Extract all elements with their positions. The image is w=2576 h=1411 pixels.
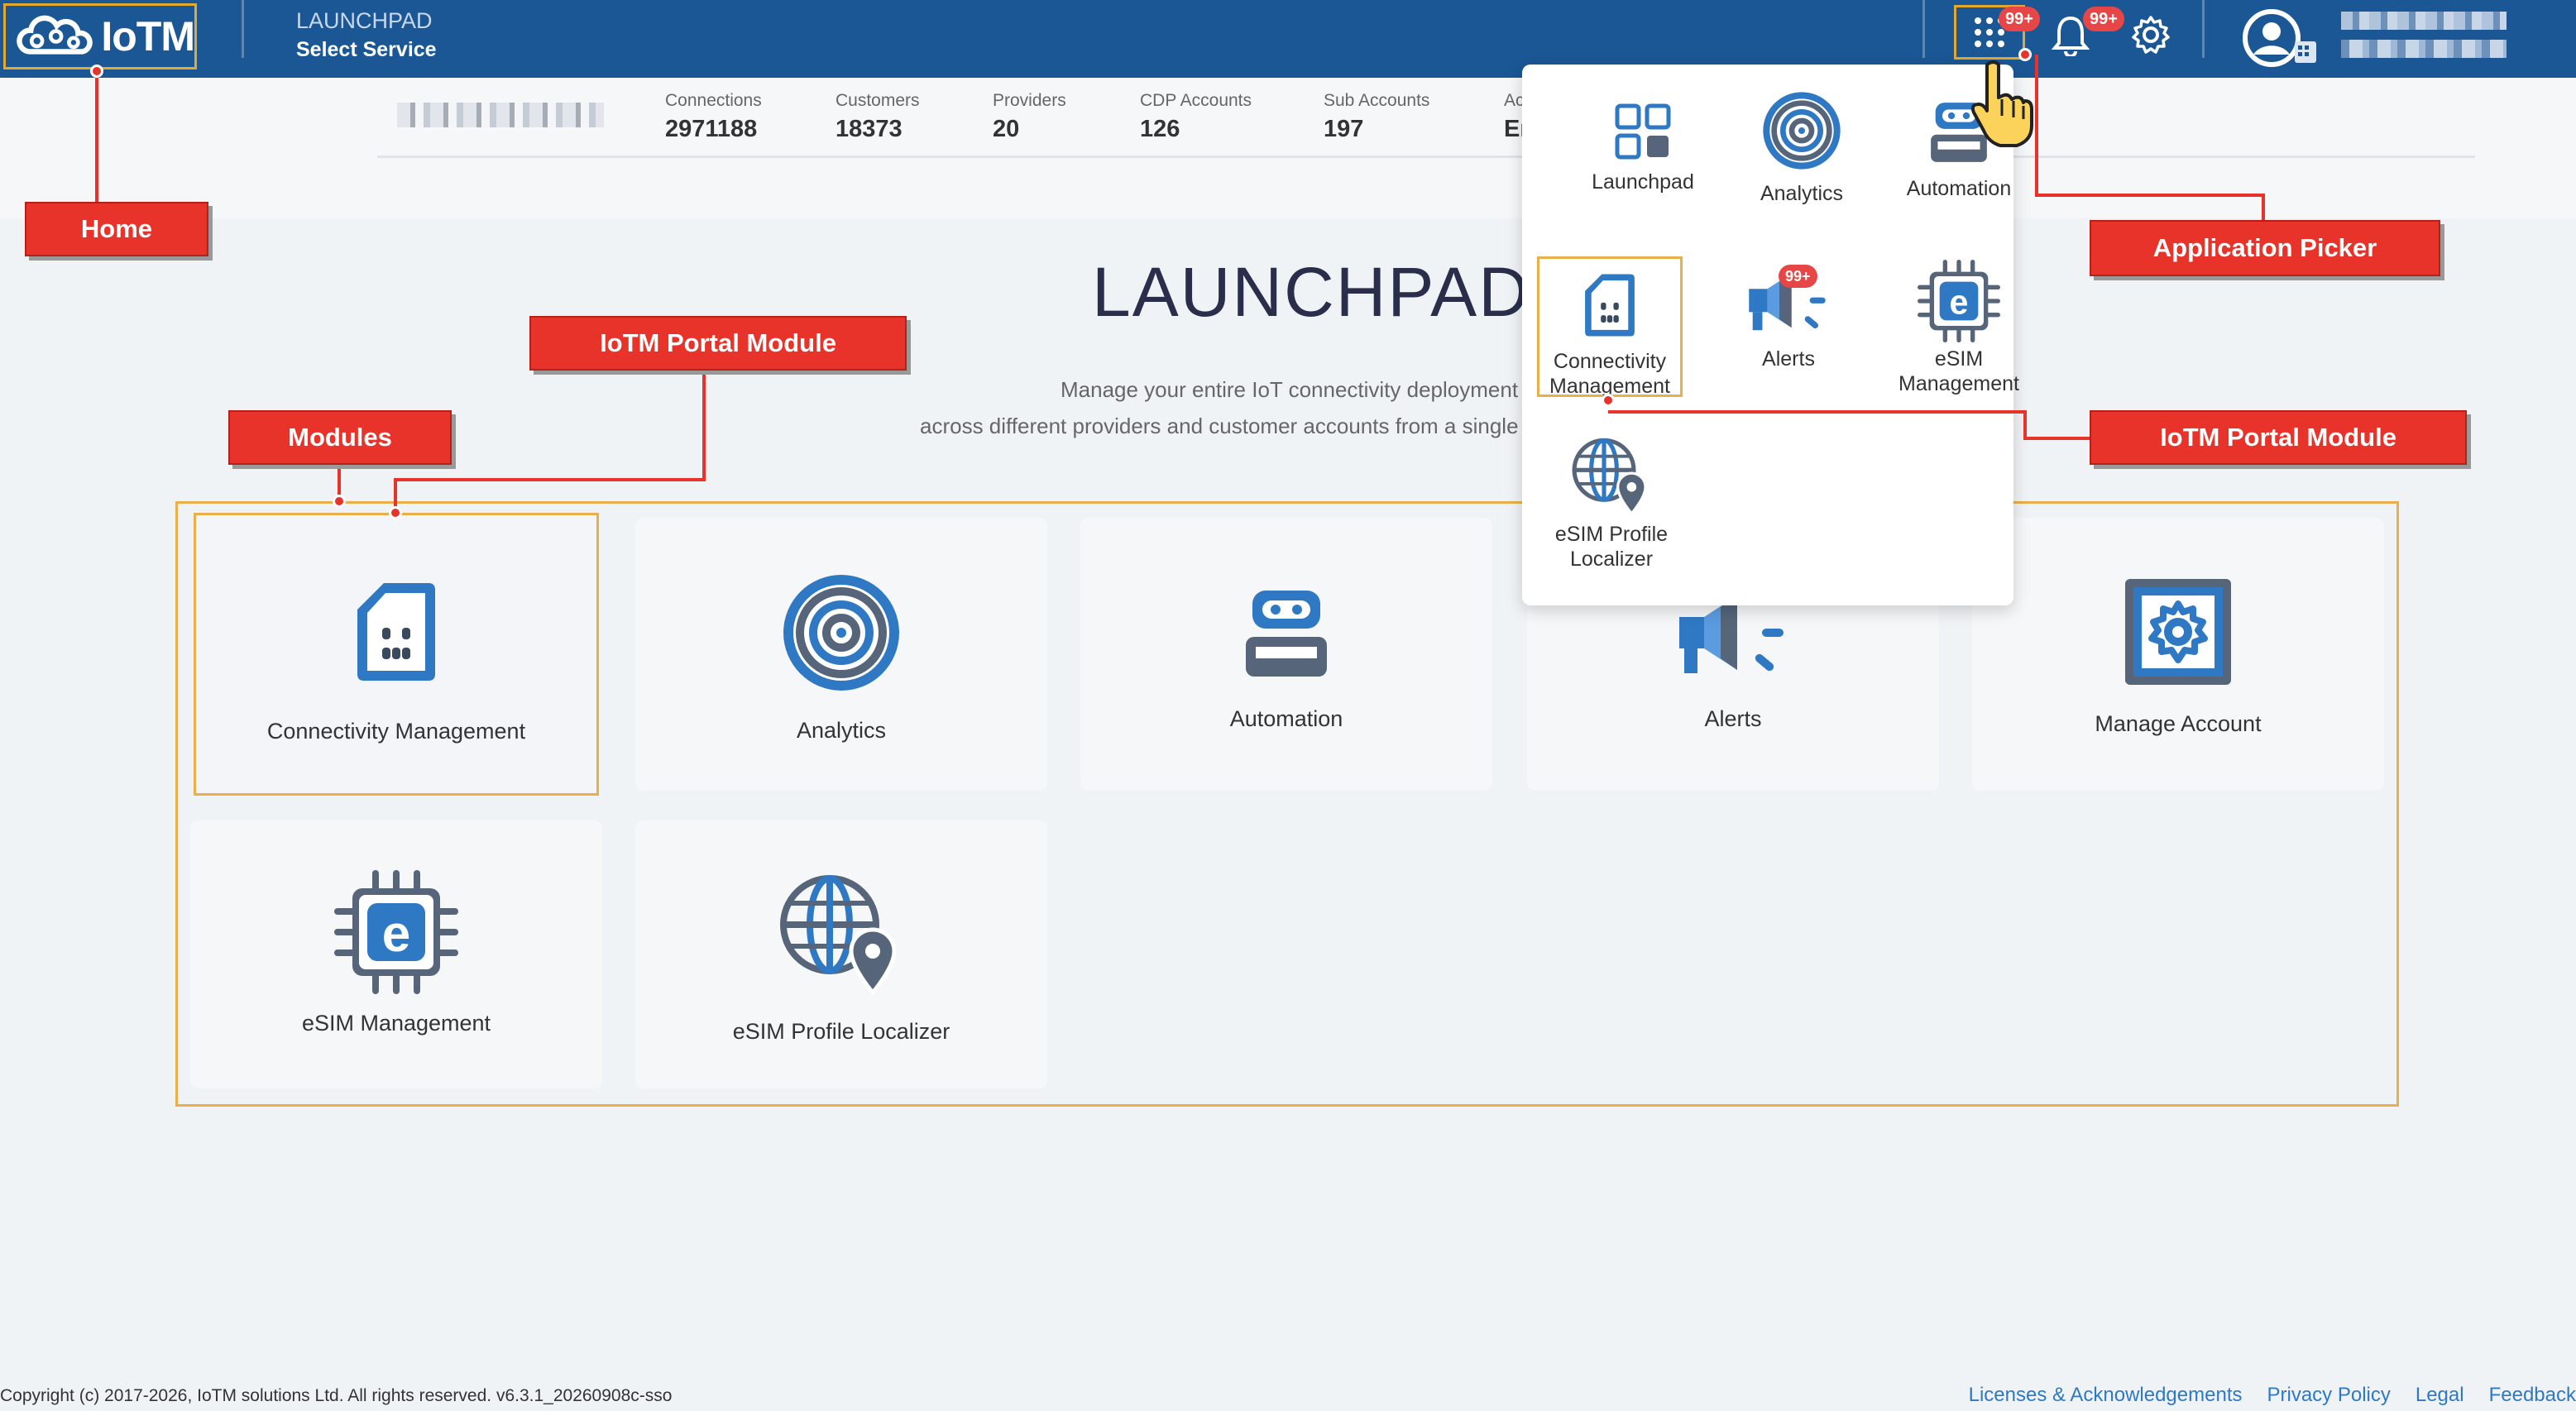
callout-dot [333,495,346,508]
module-analytics[interactable]: Analytics [635,518,1047,791]
module-connectivity-management[interactable]: Connectivity Management [194,513,599,796]
module-automation[interactable]: Automation [1080,518,1492,791]
page-description-line1: Manage your entire IoT connectivity depl… [1061,377,1519,402]
callout-line [2035,55,2038,197]
footer-link-legal[interactable]: Legal [2416,1384,2464,1407]
analytics-icon [1763,92,1841,170]
module-esim-management[interactable]: e eSIM Management [190,820,602,1088]
page-description-line2: across different providers and customer … [920,414,1519,438]
notifications-badge: 99+ [2083,7,2124,31]
picker-item-esim-management[interactable]: e eSIM Management [1884,260,2033,396]
callout-modules: Modules [228,410,452,465]
module-esim-profile-localizer[interactable]: eSIM Profile Localizer [635,820,1047,1088]
callout-iotm-portal-module-right: IoTM Portal Module [2090,410,2467,465]
callout-dot [389,506,402,519]
sim-card-icon [1585,274,1635,337]
header-title: LAUNCHPAD [296,8,433,33]
callout-application-picker: Application Picker [2090,220,2440,276]
pointer-hand-icon [1970,60,2033,147]
module-manage-account[interactable]: Manage Account [1972,518,2384,791]
header-divider [242,0,244,58]
callout-line [2023,437,2093,440]
cloud-logo-icon [17,15,93,55]
picker-item-analytics[interactable]: Analytics [1727,89,1876,206]
picker-item-connectivity-management[interactable]: Connectivity Management [1537,256,1683,398]
header-divider [1922,0,1925,58]
page-title: LAUNCHPAD [1092,253,1530,331]
callout-line [2262,194,2265,222]
footer-links: Licenses & Acknowledgements Privacy Poli… [1969,1384,2576,1407]
stats-divider [377,155,2475,158]
svg-text:e: e [1950,283,1969,321]
callout-dot [90,65,103,78]
logo-text: IoTM [101,13,195,60]
callout-line [1608,410,2025,414]
stat-connections: Connections 2971188 [665,91,762,142]
callout-line [2023,410,2027,440]
home-logo[interactable]: IoTM [3,3,197,69]
user-avatar-icon [2243,9,2316,67]
footer-link-privacy[interactable]: Privacy Policy [2267,1384,2390,1407]
copyright-text: Copyright (c) 2017-2026, IoTM solutions … [0,1386,673,1405]
analytics-icon [783,575,899,691]
automation-icon [1246,591,1327,677]
application-picker-dropdown: Launchpad Analytics Automation Connectiv… [1522,65,2019,605]
apps-badge: 99+ [1999,7,2040,31]
picker-item-esim-profile-localizer[interactable]: eSIM Profile Localizer [1537,435,1686,572]
picker-item-launchpad[interactable]: Launchpad [1568,103,1717,194]
footer-link-licenses[interactable]: Licenses & Acknowledgements [1969,1384,2243,1407]
callout-line [702,371,706,480]
callout-iotm-portal-module-left: IoTM Portal Module [529,316,907,371]
globe-pin-icon [780,875,897,996]
callout-line [95,71,98,203]
select-service-link[interactable]: Select Service [296,38,437,62]
globe-pin-icon [1572,438,1647,516]
header-divider [2202,0,2205,58]
svg-text:e: e [382,906,410,963]
top-header: IoTM LAUNCHPAD Select Service 99+ 99+ [0,0,2576,78]
stat-customers: Customers 18373 [836,91,920,142]
gear-icon [2132,16,2170,54]
user-name-redacted [2341,12,2507,30]
footer-link-feedback[interactable]: Feedback [2489,1384,2576,1407]
stat-sub-accounts: Sub Accounts 197 [1324,91,1430,142]
user-avatar[interactable] [2242,7,2325,74]
stat-providers: Providers 20 [993,91,1066,142]
manage-account-icon [2125,579,2231,685]
callout-home: Home [25,202,208,256]
alerts-badge: 99+ [1779,265,1817,288]
esim-chip-icon: e [334,870,458,994]
callout-line [394,478,706,481]
user-account-redacted [2341,40,2507,58]
settings-button[interactable] [2131,15,2171,59]
callout-dot [2018,48,2032,61]
sim-card-icon [357,583,435,681]
stat-cdp-accounts: CDP Accounts 126 [1140,91,1252,142]
esim-chip-icon: e [1918,260,2000,342]
callout-dot [1602,394,1615,407]
launchpad-grid-icon [1615,103,1671,160]
callout-line [2035,194,2265,197]
stats-bar [0,78,2576,218]
account-name-redacted [397,103,604,127]
